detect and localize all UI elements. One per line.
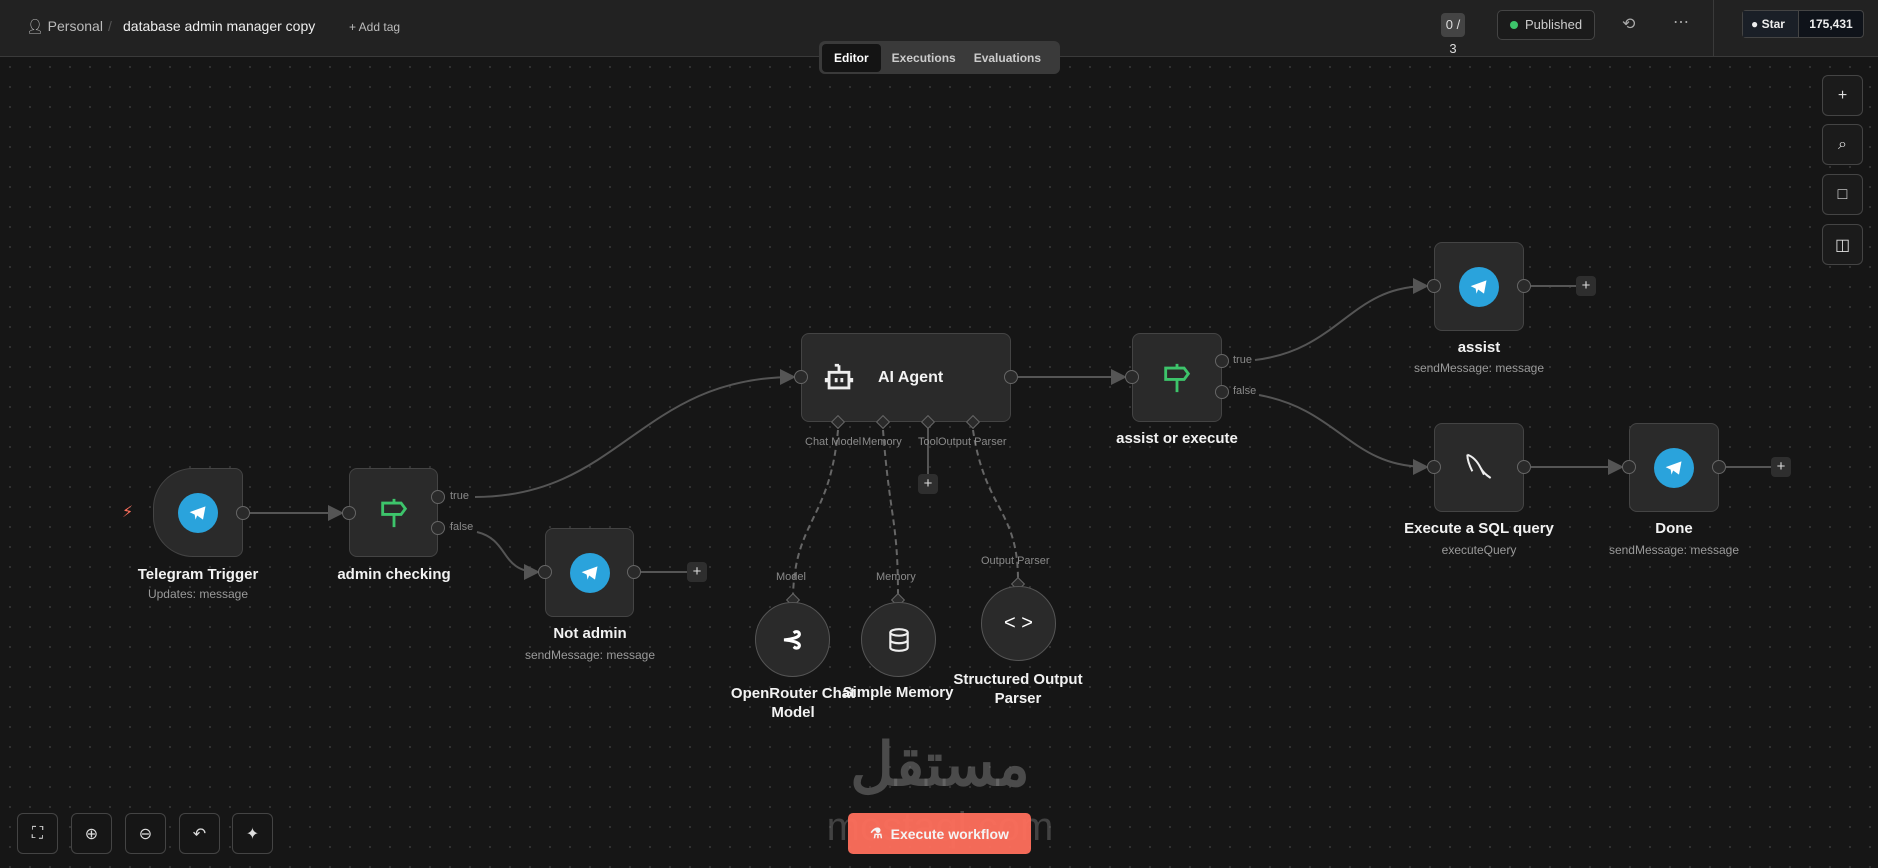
telegram-icon (569, 552, 610, 593)
fit-view-button[interactable]: ⛶ (17, 813, 58, 854)
mysql-dolphin-icon (1466, 453, 1492, 479)
input-port[interactable] (1622, 460, 1636, 474)
output-port[interactable] (627, 565, 641, 579)
node-ai-agent[interactable]: AI Agent (801, 333, 1011, 422)
true-label: true (1233, 354, 1252, 366)
add-tool-button[interactable]: + (918, 474, 938, 494)
zoom-out-icon: ⊖ (138, 825, 153, 843)
if-signpost-icon (1164, 363, 1191, 392)
node-title: assist (1457, 339, 1501, 356)
fit-view-icon: ⛶ (31, 824, 44, 842)
node-admin-checking[interactable] (349, 468, 438, 557)
tidy-up-button[interactable]: ✦ (232, 813, 273, 854)
input-port[interactable] (794, 370, 808, 384)
input-port[interactable] (1427, 460, 1441, 474)
undo-icon: ↶ (192, 825, 207, 843)
tool-label: Tool (918, 436, 939, 448)
panel-icon: ◫ (1834, 236, 1851, 254)
plus-icon: + (1837, 86, 1848, 104)
broom-icon: ✦ (245, 825, 260, 843)
database-icon (888, 627, 909, 652)
parser-port-label: Output Parser (981, 555, 1050, 567)
code-icon: < > (1004, 612, 1033, 634)
output-port-false[interactable] (431, 521, 445, 535)
sticky-note-button[interactable]: □ (1822, 174, 1863, 215)
output-port[interactable] (1712, 460, 1726, 474)
node-title: admin checking (337, 566, 451, 583)
node-assist-or-execute[interactable] (1132, 333, 1222, 422)
add-node-button[interactable]: + (687, 562, 707, 582)
note-icon: □ (1837, 185, 1848, 203)
node-openrouter-chat-model[interactable]: ⊰ (755, 602, 830, 677)
node-subtitle: sendMessage: message (1608, 543, 1740, 557)
add-node-panel-button[interactable]: + (1822, 75, 1863, 116)
node-title: Not admin (553, 625, 627, 642)
node-not-admin[interactable] (545, 528, 634, 617)
zoom-in-button[interactable]: ⊕ (71, 813, 112, 854)
output-port[interactable] (1517, 279, 1531, 293)
edge-admin-true-agent (474, 369, 796, 498)
node-subtitle: sendMessage: message (1413, 361, 1545, 375)
zoom-in-icon: ⊕ (84, 825, 99, 843)
node-title: assist or execute (1116, 430, 1238, 447)
false-label: false (450, 521, 474, 533)
output-port[interactable] (236, 506, 250, 520)
output-parser-label: Output Parser (938, 436, 1007, 448)
execute-workflow-button[interactable]: ⚗ Execute workflow (848, 813, 1031, 854)
telegram-icon (178, 492, 218, 533)
input-port[interactable] (1427, 279, 1441, 293)
node-title: AI Agent (878, 368, 944, 386)
output-port[interactable] (1004, 370, 1018, 384)
flask-icon: ⚗ (870, 825, 883, 841)
search-button[interactable]: ⌕ (1822, 124, 1863, 165)
node-structured-output-parser[interactable]: < > (981, 586, 1056, 661)
zoom-out-button[interactable]: ⊖ (125, 813, 166, 854)
node-subtitle: Updates: message (147, 587, 249, 601)
openrouter-icon: ⊰ (781, 624, 804, 654)
node-simple-memory[interactable] (861, 602, 936, 677)
search-icon: ⌕ (1838, 135, 1847, 153)
node-execute-sql-query[interactable] (1434, 423, 1524, 512)
input-port[interactable] (342, 506, 356, 520)
node-subtitle: sendMessage: message (524, 648, 656, 662)
trigger-bolt-icon: ⚡︎ (122, 504, 134, 521)
telegram-icon (1654, 447, 1694, 488)
toggle-panel-button[interactable]: ◫ (1822, 224, 1863, 265)
if-signpost-icon (380, 498, 407, 527)
memory-port-label: Memory (876, 571, 916, 583)
telegram-icon (1459, 266, 1499, 307)
true-label: true (450, 490, 469, 502)
output-port-false[interactable] (1215, 385, 1229, 399)
execute-label: Execute workflow (890, 825, 1009, 842)
node-done[interactable] (1629, 423, 1719, 512)
undo-button[interactable]: ↶ (179, 813, 220, 854)
output-port-true[interactable] (431, 490, 445, 504)
robot-icon (824, 363, 854, 389)
node-assist[interactable] (1434, 242, 1524, 331)
output-port-true[interactable] (1215, 354, 1229, 368)
node-title: Structured Output Parser (953, 671, 1083, 707)
input-port[interactable] (538, 565, 552, 579)
node-title: Done (1655, 520, 1693, 537)
add-node-button[interactable]: + (1576, 276, 1596, 296)
output-port[interactable] (1517, 460, 1531, 474)
model-port-label: Model (776, 571, 806, 583)
input-port[interactable] (1125, 370, 1139, 384)
add-node-button[interactable]: + (1771, 457, 1791, 477)
false-label: false (1233, 385, 1257, 397)
node-telegram-trigger[interactable] (153, 468, 243, 557)
memory-label: Memory (862, 436, 902, 448)
watermark-logo: مستقل (850, 731, 1030, 798)
